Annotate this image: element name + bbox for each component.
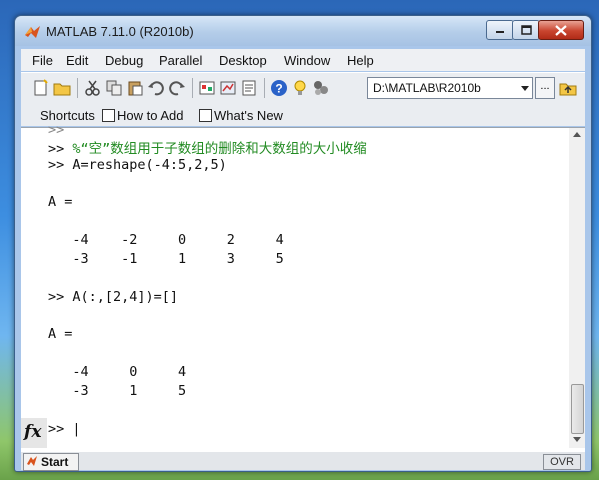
menu-bar: File Edit Debug Parallel Desktop Window … (21, 49, 585, 71)
guide-icon[interactable] (219, 79, 237, 97)
vertical-scrollbar[interactable] (569, 128, 585, 448)
matrix-row: -4 -2 0 2 4 (48, 232, 284, 248)
status-bar: Start OVR (21, 452, 585, 471)
overwrite-indicator: OVR (543, 454, 581, 470)
prompt-text: >> (48, 141, 73, 157)
matrix-row: -3 -1 1 3 5 (48, 251, 284, 267)
menu-window[interactable]: Window (284, 53, 330, 68)
shortcuts-bar: Shortcuts How to Add What's New (21, 103, 585, 126)
copy-icon[interactable] (105, 79, 123, 97)
console-output: >> >> %“空”数组用于子数组的删除和大数组的大小收缩 >> A=resha… (48, 122, 568, 451)
matrix-row: -4 0 4 (48, 364, 187, 380)
matrix-row: -3 1 5 (48, 383, 187, 399)
command-prompt-input[interactable]: >> | (48, 421, 81, 437)
current-folder-combo[interactable]: D:\MATLAB\R2010b (367, 77, 533, 99)
command-line: >> A(:,[2,4])=[] (48, 289, 179, 305)
maximize-button[interactable] (512, 20, 540, 40)
scroll-down-icon[interactable] (573, 437, 581, 442)
minimize-icon (496, 31, 504, 33)
scroll-up-icon[interactable] (573, 132, 581, 137)
menu-edit[interactable]: Edit (66, 53, 88, 68)
menu-desktop[interactable]: Desktop (219, 53, 267, 68)
variable-label: A = (48, 194, 73, 210)
title-bar[interactable]: MATLAB 7.11.0 (R2010b) (15, 16, 591, 46)
variable-label: A = (48, 326, 73, 342)
undo-icon[interactable] (147, 79, 165, 97)
command-line: >> A=reshape(-4:5,2,5) (48, 157, 227, 173)
svg-text:?: ? (275, 82, 282, 96)
minimize-button[interactable] (486, 20, 514, 40)
close-icon (555, 24, 567, 36)
function-browser-button[interactable]: fx (24, 422, 41, 442)
browse-folder-button[interactable]: ... (535, 77, 555, 99)
redo-icon[interactable] (168, 79, 186, 97)
scrollbar-thumb[interactable] (571, 384, 584, 434)
workspace-icon[interactable] (312, 79, 330, 97)
command-window[interactable]: >> >> %“空”数组用于子数组的删除和大数组的大小收缩 >> A=resha… (21, 122, 585, 453)
scroll-marker: >> (48, 122, 65, 138)
shortcut-icon (102, 109, 115, 122)
cut-icon[interactable] (84, 79, 102, 97)
simulink-icon[interactable] (198, 79, 216, 97)
new-file-icon[interactable] (32, 79, 50, 97)
menu-help[interactable]: Help (347, 53, 374, 68)
current-folder-value: D:\MATLAB\R2010b (373, 81, 481, 95)
profiler-icon[interactable] (240, 79, 258, 97)
matlab-window: MATLAB 7.11.0 (R2010b) File Edit Debug P… (14, 15, 592, 472)
menu-debug[interactable]: Debug (105, 53, 143, 68)
comment-text: %“空”数组用于子数组的删除和大数组的大小收缩 (72, 141, 367, 157)
function-browser-gutter: fx (21, 418, 47, 448)
maximize-icon (520, 25, 532, 35)
start-button[interactable]: Start (23, 453, 79, 471)
open-folder-icon[interactable] (53, 79, 71, 97)
matlab-logo-icon (27, 456, 37, 466)
help-icon[interactable]: ? (270, 79, 288, 97)
shortcuts-label: Shortcuts (40, 108, 95, 123)
paste-icon[interactable] (126, 79, 144, 97)
menu-parallel[interactable]: Parallel (159, 53, 202, 68)
chevron-down-icon[interactable] (521, 86, 529, 91)
whats-new-link[interactable]: What's New (214, 108, 283, 123)
toolbar: ? D:\MATLAB\R2010b ... (21, 72, 585, 103)
folder-up-icon[interactable] (559, 79, 577, 97)
menu-file[interactable]: File (32, 53, 53, 68)
shortcut-icon (199, 109, 212, 122)
close-button[interactable] (538, 20, 584, 40)
start-label: Start (41, 455, 69, 469)
matlab-logo-icon (25, 26, 40, 38)
window-title: MATLAB 7.11.0 (R2010b) (46, 24, 194, 39)
how-to-add-link[interactable]: How to Add (117, 108, 184, 123)
lightbulb-icon[interactable] (291, 79, 309, 97)
